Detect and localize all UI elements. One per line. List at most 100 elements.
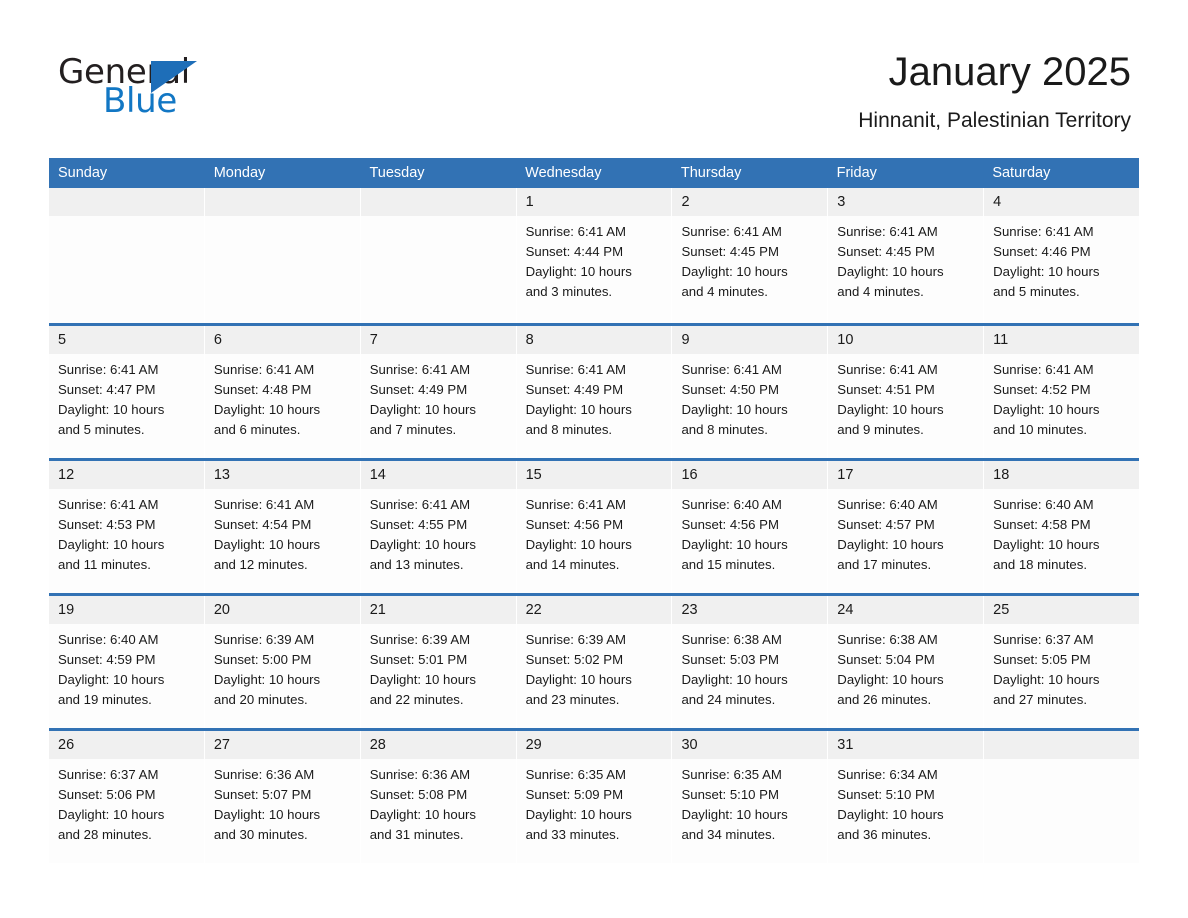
day-cell[interactable]: 31 Sunrise: 6:34 AM Sunset: 5:10 PM Dayligh… bbox=[828, 731, 985, 863]
page-subtitle: Hinnanit, Palestinian Territory bbox=[858, 109, 1131, 132]
day-cell[interactable]: 13 Sunrise: 6:41 AM Sunset: 4:54 PM Dayligh… bbox=[204, 461, 361, 593]
day-daylight-2-text: and 31 minutes. bbox=[369, 827, 464, 842]
day-number: 21 bbox=[360, 596, 516, 624]
day-daylight-2-text: and 30 minutes. bbox=[213, 827, 308, 842]
day-details: Sunrise: 6:41 AM Sunset: 4:56 PM Daylight:… bbox=[517, 489, 672, 575]
day-cell[interactable]: 24 Sunrise: 6:38 AM Sunset: 5:04 PM Dayligh… bbox=[828, 596, 985, 728]
day-number: 23 bbox=[672, 596, 828, 624]
day-daylight-2-text: and 3 minutes. bbox=[525, 284, 613, 299]
day-cell[interactable]: 16 Sunrise: 6:40 AM Sunset: 4:56 PM Dayligh… bbox=[672, 461, 829, 593]
day-sunrise-text: Sunrise: 6:36 AM bbox=[369, 767, 471, 782]
day-sunrise-text: Sunrise: 6:41 AM bbox=[369, 362, 471, 377]
day-daylight-1-text: Daylight: 10 hours bbox=[681, 672, 788, 687]
generalblue-logo[interactable]: General Blue bbox=[58, 52, 318, 122]
day-cell[interactable]: 15 Sunrise: 6:41 AM Sunset: 4:56 PM Dayligh… bbox=[516, 461, 673, 593]
day-cell[interactable]: 19 Sunrise: 6:40 AM Sunset: 4:59 PM Dayligh… bbox=[49, 596, 205, 728]
calendar-week-row: 19 Sunrise: 6:40 AM Sunset: 4:59 PM Dayligh… bbox=[49, 593, 1140, 728]
day-cell[interactable]: 2 Sunrise: 6:41 AM Sunset: 4:45 PM Daylight… bbox=[672, 188, 829, 323]
day-number: 11 bbox=[984, 326, 1140, 354]
day-cell[interactable]: 18 Sunrise: 6:40 AM Sunset: 4:58 PM Dayligh… bbox=[984, 461, 1140, 593]
day-daylight-2-text: and 9 minutes. bbox=[837, 422, 924, 437]
day-cell[interactable]: 27 Sunrise: 6:36 AM Sunset: 5:07 PM Dayligh… bbox=[204, 731, 361, 863]
day-details: Sunrise: 6:40 AM Sunset: 4:59 PM Daylight:… bbox=[49, 624, 204, 710]
day-daylight-2-text: and 11 minutes. bbox=[58, 557, 151, 572]
day-details: Sunrise: 6:41 AM Sunset: 4:55 PM Daylight:… bbox=[361, 489, 516, 575]
calendar-week-row: 26 Sunrise: 6:37 AM Sunset: 5:06 PM Dayligh… bbox=[49, 728, 1140, 863]
weekday-monday: Monday bbox=[213, 165, 266, 181]
day-details: Sunrise: 6:40 AM Sunset: 4:56 PM Daylight:… bbox=[672, 489, 827, 575]
day-sunset-text: Sunset: 4:46 PM bbox=[993, 244, 1091, 259]
day-cell[interactable]: 8 Sunrise: 6:41 AM Sunset: 4:49 PM Daylight… bbox=[516, 326, 673, 458]
day-number: 9 bbox=[672, 326, 828, 354]
day-cell[interactable]: 5 Sunrise: 6:41 AM Sunset: 4:47 PM Daylight… bbox=[49, 326, 205, 458]
day-number: 8 bbox=[516, 326, 672, 354]
day-cell[interactable]: 20 Sunrise: 6:39 AM Sunset: 5:00 PM Dayligh… bbox=[204, 596, 361, 728]
day-cell-empty bbox=[204, 188, 361, 323]
day-details: Sunrise: 6:40 AM Sunset: 4:58 PM Daylight:… bbox=[984, 489, 1139, 575]
day-cell[interactable]: 9 Sunrise: 6:41 AM Sunset: 4:50 PM Daylight… bbox=[672, 326, 829, 458]
day-cell[interactable]: 14 Sunrise: 6:41 AM Sunset: 4:55 PM Dayligh… bbox=[360, 461, 517, 593]
day-number: 5 bbox=[49, 326, 204, 354]
day-cell[interactable]: 29 Sunrise: 6:35 AM Sunset: 5:09 PM Dayligh… bbox=[516, 731, 673, 863]
day-cell[interactable]: 3 Sunrise: 6:41 AM Sunset: 4:45 PM Daylight… bbox=[828, 188, 985, 323]
day-cell[interactable]: 23 Sunrise: 6:38 AM Sunset: 5:03 PM Dayligh… bbox=[672, 596, 829, 728]
day-cell[interactable]: 30 Sunrise: 6:35 AM Sunset: 5:10 PM Dayligh… bbox=[672, 731, 829, 863]
day-sunset-text: Sunset: 5:09 PM bbox=[525, 787, 624, 802]
day-number: 27 bbox=[204, 731, 360, 759]
day-details: Sunrise: 6:41 AM Sunset: 4:46 PM Daylight:… bbox=[984, 216, 1139, 302]
day-cell-empty bbox=[984, 731, 1140, 863]
day-sunset-text: Sunset: 5:07 PM bbox=[213, 787, 312, 802]
day-sunrise-text: Sunrise: 6:41 AM bbox=[525, 497, 627, 512]
calendar-week-row: 5 Sunrise: 6:41 AM Sunset: 4:47 PM Daylight… bbox=[49, 323, 1140, 458]
day-cell-empty bbox=[49, 188, 205, 323]
day-cell[interactable]: 12 Sunrise: 6:41 AM Sunset: 4:53 PM Dayligh… bbox=[49, 461, 205, 593]
day-details: Sunrise: 6:35 AM Sunset: 5:09 PM Daylight:… bbox=[517, 759, 672, 845]
day-details: Sunrise: 6:41 AM Sunset: 4:47 PM Daylight:… bbox=[49, 354, 204, 440]
day-cell-empty bbox=[360, 188, 517, 323]
day-cell[interactable]: 4 Sunrise: 6:41 AM Sunset: 4:46 PM Daylight… bbox=[984, 188, 1140, 323]
day-sunset-text: Sunset: 4:52 PM bbox=[993, 382, 1091, 397]
day-number: 2 bbox=[672, 188, 828, 216]
day-details: Sunrise: 6:41 AM Sunset: 4:49 PM Daylight:… bbox=[517, 354, 672, 440]
day-sunrise-text: Sunrise: 6:41 AM bbox=[837, 224, 938, 239]
day-cell[interactable]: 21 Sunrise: 6:39 AM Sunset: 5:01 PM Dayligh… bbox=[360, 596, 517, 728]
day-sunset-text: Sunset: 5:08 PM bbox=[369, 787, 468, 802]
day-sunrise-text: Sunrise: 6:41 AM bbox=[681, 224, 782, 239]
day-sunset-text: Sunset: 4:51 PM bbox=[837, 382, 935, 397]
day-details: Sunrise: 6:37 AM Sunset: 5:06 PM Daylight:… bbox=[49, 759, 204, 845]
day-sunrise-text: Sunrise: 6:40 AM bbox=[837, 497, 938, 512]
day-daylight-1-text: Daylight: 10 hours bbox=[681, 264, 788, 279]
day-cell[interactable]: 22 Sunrise: 6:39 AM Sunset: 5:02 PM Dayligh… bbox=[516, 596, 673, 728]
day-cell[interactable]: 1 Sunrise: 6:41 AM Sunset: 4:44 PM Daylight… bbox=[516, 188, 673, 323]
day-cell[interactable]: 11 Sunrise: 6:41 AM Sunset: 4:52 PM Dayligh… bbox=[984, 326, 1140, 458]
day-cell[interactable]: 26 Sunrise: 6:37 AM Sunset: 5:06 PM Dayligh… bbox=[49, 731, 205, 863]
day-daylight-2-text: and 27 minutes. bbox=[993, 692, 1087, 707]
day-sunset-text: Sunset: 4:56 PM bbox=[681, 517, 779, 532]
day-number: 13 bbox=[204, 461, 360, 489]
day-number: 30 bbox=[672, 731, 828, 759]
calendar-week-row: 1 Sunrise: 6:41 AM Sunset: 4:44 PM Daylight… bbox=[49, 188, 1140, 323]
day-details: Sunrise: 6:38 AM Sunset: 5:04 PM Daylight:… bbox=[828, 624, 983, 710]
day-details: Sunrise: 6:37 AM Sunset: 5:05 PM Daylight:… bbox=[984, 624, 1139, 710]
day-cell[interactable]: 10 Sunrise: 6:41 AM Sunset: 4:51 PM Dayligh… bbox=[828, 326, 985, 458]
day-daylight-2-text: and 13 minutes. bbox=[369, 557, 464, 572]
day-daylight-1-text: Daylight: 10 hours bbox=[58, 537, 165, 552]
day-sunrise-text: Sunrise: 6:37 AM bbox=[993, 632, 1094, 647]
day-number: 4 bbox=[984, 188, 1140, 216]
day-sunset-text: Sunset: 4:44 PM bbox=[525, 244, 624, 259]
logo-word-blue: Blue bbox=[103, 81, 178, 121]
day-sunrise-text: Sunrise: 6:39 AM bbox=[525, 632, 627, 647]
day-cell[interactable]: 7 Sunrise: 6:41 AM Sunset: 4:49 PM Daylight… bbox=[360, 326, 517, 458]
day-daylight-2-text: and 4 minutes. bbox=[837, 284, 924, 299]
day-cell[interactable]: 6 Sunrise: 6:41 AM Sunset: 4:48 PM Daylight… bbox=[204, 326, 361, 458]
day-daylight-1-text: Daylight: 10 hours bbox=[837, 807, 944, 822]
day-sunset-text: Sunset: 4:45 PM bbox=[681, 244, 779, 259]
day-daylight-1-text: Daylight: 10 hours bbox=[993, 537, 1100, 552]
day-daylight-1-text: Daylight: 10 hours bbox=[213, 402, 321, 417]
day-cell[interactable]: 17 Sunrise: 6:40 AM Sunset: 4:57 PM Dayligh… bbox=[828, 461, 985, 593]
day-cell[interactable]: 28 Sunrise: 6:36 AM Sunset: 5:08 PM Dayligh… bbox=[360, 731, 517, 863]
day-sunset-text: Sunset: 4:56 PM bbox=[525, 517, 624, 532]
day-daylight-2-text: and 26 minutes. bbox=[837, 692, 932, 707]
day-cell[interactable]: 25 Sunrise: 6:37 AM Sunset: 5:05 PM Dayligh… bbox=[984, 596, 1140, 728]
day-daylight-1-text: Daylight: 10 hours bbox=[525, 807, 632, 822]
